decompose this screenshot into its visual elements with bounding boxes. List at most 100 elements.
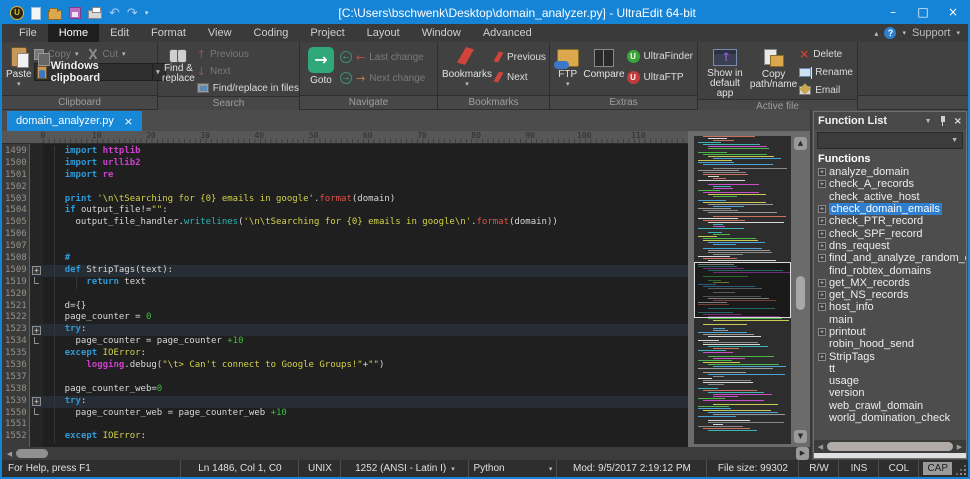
close-button[interactable]: × [938,2,968,24]
panel-scroll-thumb[interactable] [827,442,953,451]
code-line[interactable]: 1538 page_counter_web=0 [2,383,688,396]
panel-close-icon[interactable]: × [954,116,962,127]
pin-icon[interactable] [939,116,947,126]
code-line[interactable]: 1534 page_counter = page_counter +10 [2,336,688,349]
panel-dropdown-icon[interactable]: ▼ [925,118,932,125]
tree-expand-icon[interactable]: + [818,168,826,177]
code-line[interactable]: 1550 page_counter_web = page_counter_web… [2,407,688,420]
tree-expand-icon[interactable]: + [818,180,826,189]
bookmark-previous-button[interactable]: Previous [494,49,546,65]
menu-item-file[interactable]: File [8,24,48,42]
open-folder-icon[interactable] [48,7,62,20]
function-item-main[interactable]: main [818,314,966,326]
code-line[interactable]: 1509 + def StripTags(text): [2,264,688,277]
paste-button[interactable]: Paste ▾ [6,45,32,90]
function-filter-dropdown[interactable]: ▼ [817,132,963,149]
tree-expand-icon[interactable]: + [818,303,826,312]
function-item-check_PTR_record[interactable]: + check_PTR_record [818,215,966,227]
code-line[interactable]: 1507 [2,241,688,254]
function-item-tt[interactable]: tt [818,363,966,375]
help-dropdown-icon[interactable]: ▾ [902,29,906,37]
compare-button[interactable]: Compare [583,45,625,80]
panel-scroll-right-icon[interactable]: ▶ [954,443,965,451]
support-menu[interactable]: Support [912,27,951,39]
code-line[interactable]: 1505 output_file_handler.writelines('\n\… [2,217,688,230]
bookmarks-button[interactable]: Bookmarks ▾ [442,45,492,90]
tree-expand-icon[interactable]: + [818,291,826,300]
tree-expand-icon[interactable]: + [818,205,826,214]
copy-path-name-button[interactable]: Copy path/name [750,45,797,90]
search-previous-button[interactable]: ↑ Previous [197,46,299,62]
support-dropdown-icon[interactable]: ▾ [956,29,960,37]
horizontal-scrollbar[interactable]: ◀ ▶ [2,447,810,460]
rename-button[interactable]: Rename [799,64,853,80]
menu-item-project[interactable]: Project [299,24,355,42]
fold-expand-icon[interactable]: + [32,325,41,335]
code-line[interactable]: 1502 [2,181,688,194]
undo-icon[interactable]: ↶ [109,7,120,20]
menu-item-edit[interactable]: Edit [99,24,140,42]
function-item-check_active_host[interactable]: check_active_host [818,191,966,203]
windows-clipboard-dropdown[interactable]: Windows clipboard ▾ [33,60,166,84]
tree-expand-icon[interactable]: + [818,278,826,287]
vertical-scrollbar[interactable]: ▲ ▼ [793,136,808,444]
status-column-mode-toggle[interactable]: COL [878,460,918,477]
code-line[interactable]: 1520 [2,288,688,301]
menu-item-home[interactable]: Home [47,24,100,42]
help-icon[interactable]: ? [884,27,897,39]
code-line[interactable]: 1499 import httplib [2,146,688,158]
delete-button[interactable]: × Delete [799,46,853,62]
print-icon[interactable] [88,7,102,19]
function-item-host_info[interactable]: + host_info [818,301,966,313]
ultraftp-button[interactable]: U UltraFTP [626,69,693,85]
code-line[interactable]: 1523 + try: [2,324,688,337]
minimize-button[interactable]: – [878,2,908,24]
minimap[interactable] [694,136,791,444]
function-item-printout[interactable]: + printout [818,326,966,338]
code-line[interactable]: 1500 import urllib2 [2,157,688,170]
menu-item-window[interactable]: Window [411,24,472,42]
code-line[interactable]: 1535 except IOError: [2,348,688,361]
tree-expand-icon[interactable]: + [818,229,826,238]
vertical-scroll-track[interactable] [794,150,807,430]
tree-expand-icon[interactable]: + [818,217,826,226]
fold-column[interactable]: + [30,324,43,336]
function-item-dns_request[interactable]: + dns_request [818,240,966,252]
status-line-ending[interactable]: UNIX [298,460,340,477]
status-read-write-toggle[interactable]: R/W [798,460,838,477]
save-icon[interactable] [69,7,81,19]
code-line[interactable]: 1506 [2,229,688,242]
function-item-get_MX_records[interactable]: + get_MX_records [818,277,966,289]
tree-expand-icon[interactable]: + [818,328,826,336]
next-change-button[interactable]: → → Next change [340,70,425,86]
menu-item-layout[interactable]: Layout [356,24,411,42]
status-language-dropdown[interactable]: Python ▾ [468,460,556,477]
resize-grip[interactable] [956,460,968,477]
bookmark-next-button[interactable]: Next [494,69,546,85]
search-next-button[interactable]: ↓ Next [197,63,299,79]
minimize-ribbon-icon[interactable]: ▴ [874,29,878,38]
scroll-left-icon[interactable]: ◀ [3,450,16,458]
fold-column[interactable]: + [30,265,43,277]
vertical-scroll-thumb[interactable] [796,276,805,310]
function-item-analyze_domain[interactable]: + analyze_domain [818,166,966,178]
code-line[interactable]: 1508 # [2,253,688,265]
function-item-check_SPF_record[interactable]: + check_SPF_record [818,227,966,240]
quick-access-more-icon[interactable]: ▾ [145,9,149,17]
panel-horizontal-scrollbar[interactable]: ◀ ▶ [814,440,966,453]
code-line[interactable]: 1522 page_counter = 0 [2,312,688,325]
code-line[interactable]: 1551 [2,419,688,432]
function-item-world_domination_check[interactable]: world_domination_check [818,412,966,424]
fold-expand-icon[interactable]: + [32,397,41,407]
status-encoding-dropdown[interactable]: 1252 (ANSI - Latin I) ▾ [340,460,468,477]
scroll-up-icon[interactable]: ▲ [794,137,807,150]
function-item-robin_hood_send[interactable]: robin_hood_send [818,338,966,350]
fold-column[interactable]: + [30,396,43,408]
fold-expand-icon[interactable]: + [32,266,41,276]
code-line[interactable]: 1536 logging.debug("\t> Can't connect to… [2,360,688,372]
panel-scroll-left-icon[interactable]: ◀ [815,443,826,451]
last-change-button[interactable]: ← ← Last change [340,49,425,65]
menu-item-format[interactable]: Format [140,24,197,42]
function-item-get_NS_records[interactable]: + get_NS_records [818,289,966,301]
code-area[interactable]: 1499 import httplib 1500 import urllib2 15… [2,144,688,447]
